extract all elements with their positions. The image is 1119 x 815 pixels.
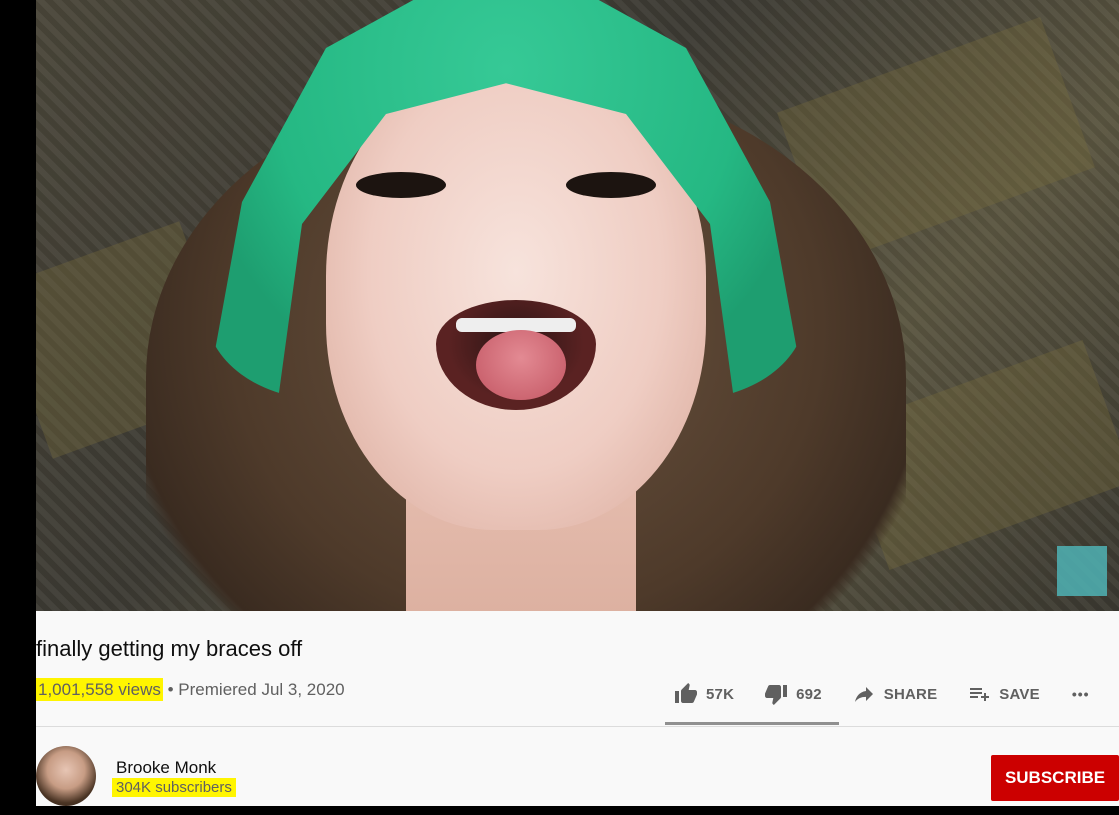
share-button[interactable]: SHARE [852,682,938,706]
view-count: 1,001,558 views [36,678,163,701]
channel-avatar[interactable] [36,746,96,806]
playlist-add-icon [970,688,990,701]
thumb-down-icon [765,685,788,705]
bottom-black-strip [0,806,1119,815]
subscriber-count: 304K subscribers [112,778,236,797]
like-dislike-ratio-bar [665,722,839,725]
video-frame-tongue [476,330,566,400]
like-count: 57K [706,685,735,703]
left-black-strip [0,0,36,815]
video-meta: 1,001,558 views • Premiered Jul 3, 2020 [36,678,345,701]
video-frame-right-eye [566,172,656,198]
more-icon: ••• [1071,686,1090,702]
dislike-button[interactable]: 692 [764,682,822,706]
video-player[interactable] [36,0,1119,611]
save-button[interactable]: SAVE [967,682,1040,706]
more-actions-button[interactable]: ••• [1072,686,1090,702]
share-label: SHARE [883,685,938,703]
subscribe-button[interactable]: SUBSCRIBE [991,755,1119,801]
divider [36,726,1119,727]
save-label: SAVE [999,685,1040,703]
channel-watermark[interactable] [1057,546,1107,596]
meta-separator: • [167,680,174,699]
premiere-date: Premiered Jul 3, 2020 [178,680,345,699]
thumb-up-icon [675,683,697,703]
video-frame-left-eye [356,172,446,198]
video-title: finally getting my braces off [36,636,303,661]
share-icon [854,687,873,702]
dislike-count: 692 [796,685,822,703]
video-actions: 57K 692 SHARE SAVE ••• [674,681,1090,707]
like-button[interactable]: 57K [674,682,734,706]
channel-name[interactable]: Brooke Monk [116,758,216,778]
